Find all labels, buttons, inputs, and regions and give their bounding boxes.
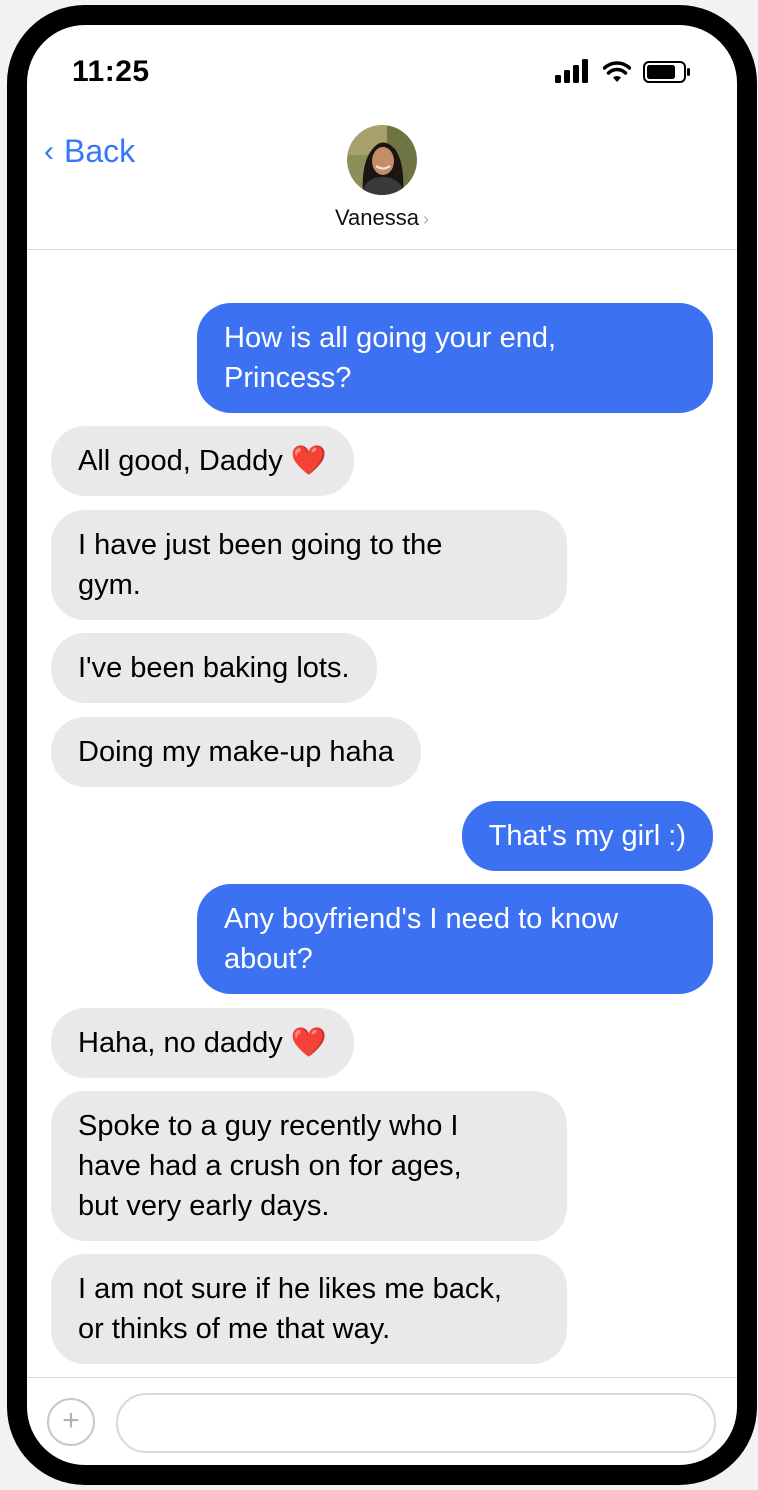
status-time: 11:25 [72, 55, 150, 88]
back-button[interactable]: ‹ Back [44, 133, 135, 170]
plus-icon[interactable]: + [47, 1398, 95, 1446]
message-bubble-incoming[interactable]: All good, Daddy ❤️ [51, 426, 354, 496]
phone-screen: 11:25 ‹ Back Vanessa › How is all going … [27, 25, 737, 1465]
status-bar: 11:25 [27, 25, 737, 125]
message-bubble-incoming[interactable]: Doing my make-up haha [51, 717, 421, 787]
message-input[interactable] [116, 1393, 716, 1453]
message-bubble-incoming[interactable]: Haha, no daddy ❤️ [51, 1008, 354, 1078]
message-bubble-incoming[interactable]: Spoke to a guy recently who I have had a… [51, 1091, 567, 1241]
signal-icon [555, 59, 588, 83]
back-label: Back [64, 133, 136, 169]
message-bubble-incoming[interactable]: I have just been going to the gym. [51, 510, 567, 620]
message-bubble-incoming[interactable]: I am not sure if he likes me back, or th… [51, 1254, 567, 1364]
chevron-right-icon: › [422, 209, 429, 229]
contact-name-button[interactable]: Vanessa › [27, 205, 737, 231]
wifi-icon [603, 61, 631, 82]
status-icons [555, 59, 691, 83]
contact-name: Vanessa [335, 205, 419, 230]
conversation-header: ‹ Back Vanessa › [27, 125, 737, 250]
avatar[interactable] [347, 125, 417, 195]
message-list[interactable]: How is all going your end, Princess? All… [27, 251, 737, 1371]
message-bubble-outgoing[interactable]: That's my girl :) [461, 801, 713, 871]
input-bar: + [27, 1377, 737, 1465]
message-bubble-outgoing[interactable]: Any boyfriend's I need to know about? [197, 884, 713, 994]
chevron-left-icon: ‹ [44, 134, 54, 168]
message-bubble-incoming[interactable]: I've been baking lots. [51, 633, 377, 703]
message-bubble-outgoing[interactable]: How is all going your end, Princess? [197, 303, 713, 413]
phone-frame: 11:25 ‹ Back Vanessa › How is all going … [7, 5, 757, 1485]
battery-icon [643, 61, 690, 83]
